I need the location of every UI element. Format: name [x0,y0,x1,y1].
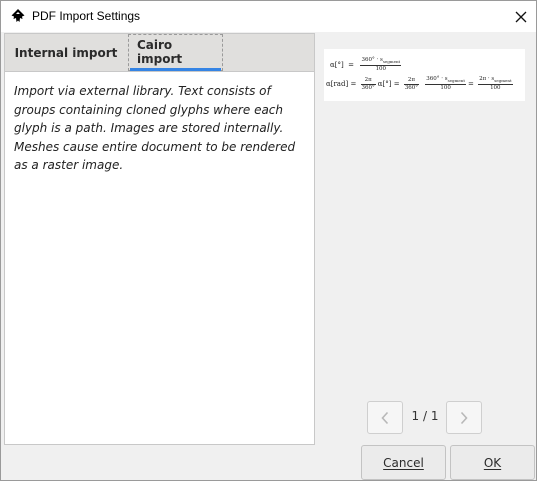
close-button[interactable] [506,1,536,32]
close-icon [515,11,527,22]
chevron-left-icon [381,411,389,424]
pdf-page-preview: α[°] = 360° · ssegment 100 α[rad] = 2π 360… [324,49,525,101]
tab-internal-import[interactable]: Internal import [10,34,122,71]
preview-equation-row-1: α[°] = 360° · ssegment 100 [330,57,402,73]
inkscape-icon [11,9,25,22]
tab-cairo-import-label: Cairo import [128,34,223,71]
next-page-button[interactable] [446,401,482,434]
selected-tab-indicator [130,68,221,71]
tab-bar: Internal import Cairo import [5,34,314,72]
cancel-button[interactable]: Cancel [361,445,446,480]
import-description: Import via external library. Text consis… [14,84,296,172]
tab-cairo-import[interactable]: Cairo import [128,34,223,71]
title-bar[interactable]: PDF Import Settings [1,1,536,32]
import-method-panel: Internal import Cairo import Import via … [4,33,315,445]
window-title: PDF Import Settings [32,9,141,23]
previous-page-button[interactable] [367,401,403,434]
tab-internal-import-label: Internal import [14,45,118,60]
chevron-right-icon [460,411,468,424]
preview-equation-row-2: α[rad] = 2π 360° α[°] = 2π 360° 360° · sseg… [326,76,513,92]
page-indicator: 1 / 1 [411,409,439,423]
ok-button[interactable]: OK [450,445,535,480]
pdf-import-dialog: PDF Import Settings Internal import Cair… [0,0,537,481]
